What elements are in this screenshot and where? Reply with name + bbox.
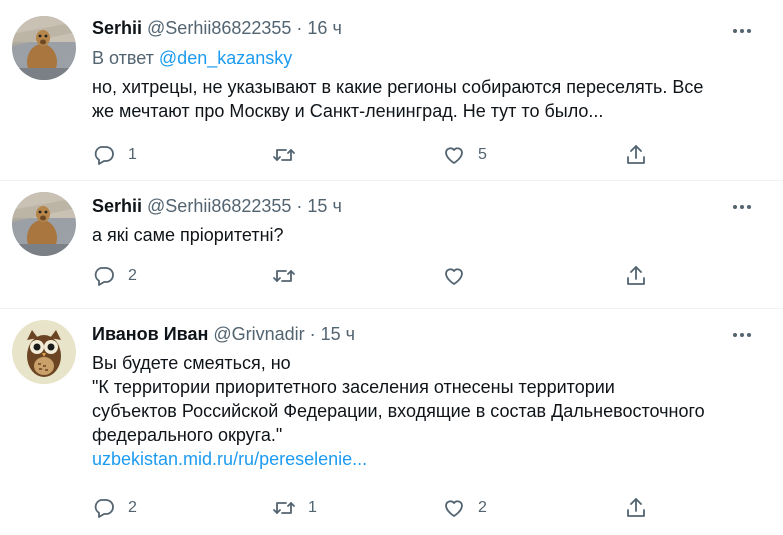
action-bar: 2 [92, 261, 652, 291]
reply-context: В ответ @den_kazansky [92, 46, 292, 70]
separator: · [296, 196, 303, 216]
action-bar: 1 5 [92, 140, 652, 170]
share-button[interactable] [624, 493, 648, 523]
like-count: 2 [478, 499, 487, 516]
avatar[interactable] [12, 320, 76, 384]
external-link[interactable]: uzbekistan.mid.ru/ru/pereselenie... [92, 447, 762, 471]
author-name[interactable]: Serhii [92, 16, 142, 40]
author-name[interactable]: Иванов Иван [92, 322, 208, 346]
separator: · [309, 324, 316, 344]
timestamp[interactable]: 15 ч [321, 322, 355, 346]
like-button[interactable]: 5 [442, 140, 487, 170]
tweet[interactable]: Serhii @Serhii86822355 · 15 ч а які саме… [0, 180, 783, 308]
share-button[interactable] [624, 261, 648, 291]
more-icon[interactable] [731, 20, 753, 42]
timestamp[interactable]: 16 ч [307, 16, 341, 40]
avatar[interactable] [12, 192, 76, 256]
tweet-header: Иванов Иван @Grivnadir · 15 ч [92, 322, 355, 346]
like-button[interactable] [442, 261, 478, 291]
like-button[interactable]: 2 [442, 493, 487, 523]
share-icon [627, 145, 645, 164]
retweet-button[interactable]: 1 [272, 493, 317, 523]
author-name[interactable]: Serhii [92, 194, 142, 218]
action-bar: 2 1 2 [92, 493, 652, 523]
retweet-icon [273, 270, 295, 282]
author-handle[interactable]: @Serhii86822355 [147, 194, 291, 218]
text-line: субъектов Российской Федерации, входящие… [92, 401, 705, 421]
heart-icon [445, 268, 463, 285]
reply-button[interactable]: 2 [92, 261, 137, 291]
text-line: "К территории приоритетного заселения от… [92, 377, 615, 397]
retweet-icon [273, 502, 295, 514]
text-line: но, хитрецы, не указывают в какие регион… [92, 77, 704, 97]
tweet-text: но, хитрецы, не указывают в какие регион… [92, 75, 762, 123]
reply-icon [94, 146, 114, 165]
author-handle[interactable]: @Serhii86822355 [147, 16, 291, 40]
share-icon [627, 498, 645, 517]
text-line: Вы будете смеяться, но [92, 353, 291, 373]
like-count: 5 [478, 146, 487, 163]
retweet-count: 1 [308, 499, 317, 516]
text-line: федерального округа." [92, 425, 283, 445]
author-handle[interactable]: @Grivnadir [213, 322, 304, 346]
tweet-header: Serhii @Serhii86822355 · 16 ч [92, 16, 342, 40]
reply-mention-link[interactable]: @den_kazansky [159, 48, 292, 68]
more-icon[interactable] [731, 324, 753, 346]
tweet[interactable]: Serhii @Serhii86822355 · 16 ч В ответ @d… [0, 0, 783, 180]
avatar[interactable] [12, 16, 76, 80]
retweet-button[interactable] [272, 140, 308, 170]
tweet-text: Вы будете смеяться, но "К территории при… [92, 351, 762, 471]
tweet[interactable]: Иванов Иван @Grivnadir · 15 ч Вы будете … [0, 308, 783, 535]
retweet-button[interactable] [272, 261, 308, 291]
share-icon [627, 266, 645, 285]
reply-prefix: В ответ [92, 48, 154, 68]
reply-icon [94, 499, 114, 518]
retweet-icon [273, 149, 295, 161]
timestamp[interactable]: 15 ч [307, 194, 341, 218]
reply-icon [94, 267, 114, 286]
text-line: же мечтают про Москву и Санкт-ленинград.… [92, 101, 604, 121]
reply-count: 2 [128, 499, 137, 516]
more-icon[interactable] [731, 196, 753, 218]
tweet-header: Serhii @Serhii86822355 · 15 ч [92, 194, 342, 218]
reply-button[interactable]: 1 [92, 140, 137, 170]
separator: · [296, 18, 303, 38]
share-button[interactable] [624, 140, 648, 170]
reply-count: 2 [128, 267, 137, 284]
heart-icon [445, 147, 463, 164]
reply-button[interactable]: 2 [92, 493, 137, 523]
heart-icon [445, 500, 463, 517]
text-line: а які саме пріоритетні? [92, 225, 284, 245]
tweet-text: а які саме пріоритетні? [92, 223, 762, 247]
reply-count: 1 [128, 146, 137, 163]
